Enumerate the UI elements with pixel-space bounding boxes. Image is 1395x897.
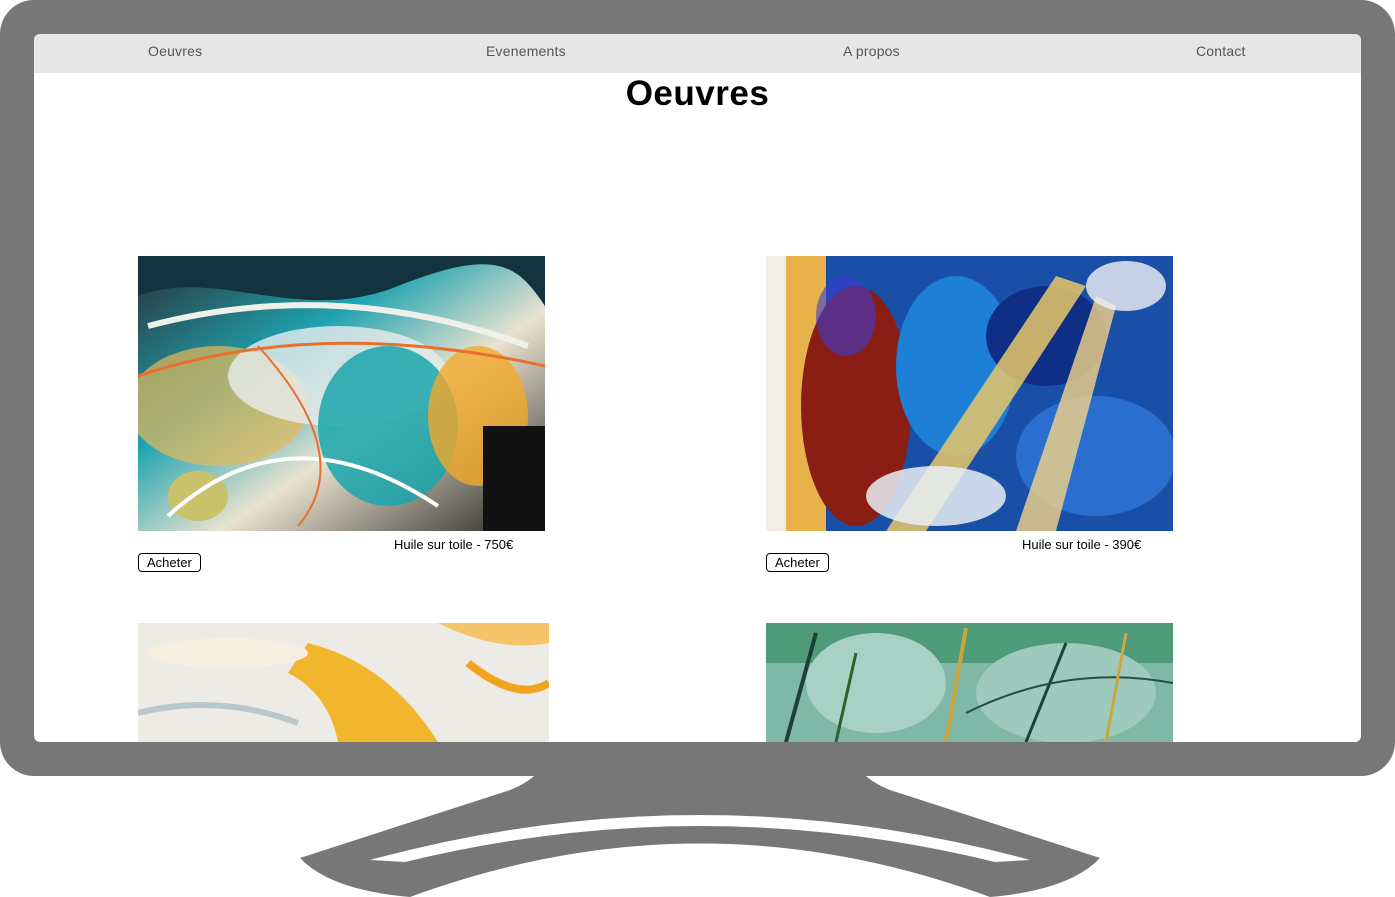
artwork-image-1[interactable]: [138, 256, 545, 531]
nav-link-a-propos[interactable]: A propos: [843, 43, 900, 59]
buy-button-2[interactable]: Acheter: [766, 553, 829, 572]
page-title: Oeuvres: [625, 74, 770, 113]
browser-screen: Oeuvres Evenements A propos Contact Oeuv…: [34, 34, 1361, 742]
nav-link-contact[interactable]: Contact: [1196, 43, 1246, 59]
artwork-image-3[interactable]: [138, 623, 549, 742]
artwork-caption-2: Huile sur toile - 390€: [1022, 537, 1142, 552]
artwork-image-4[interactable]: [766, 623, 1173, 742]
nav-link-evenements[interactable]: Evenements: [486, 43, 566, 59]
artwork-image-2[interactable]: [766, 256, 1173, 531]
nav-link-oeuvres[interactable]: Oeuvres: [148, 43, 202, 59]
buy-button-1[interactable]: Acheter: [138, 553, 201, 572]
artwork-caption-1: Huile sur toile - 750€: [394, 537, 514, 552]
top-nav: Oeuvres Evenements A propos Contact: [34, 34, 1361, 73]
